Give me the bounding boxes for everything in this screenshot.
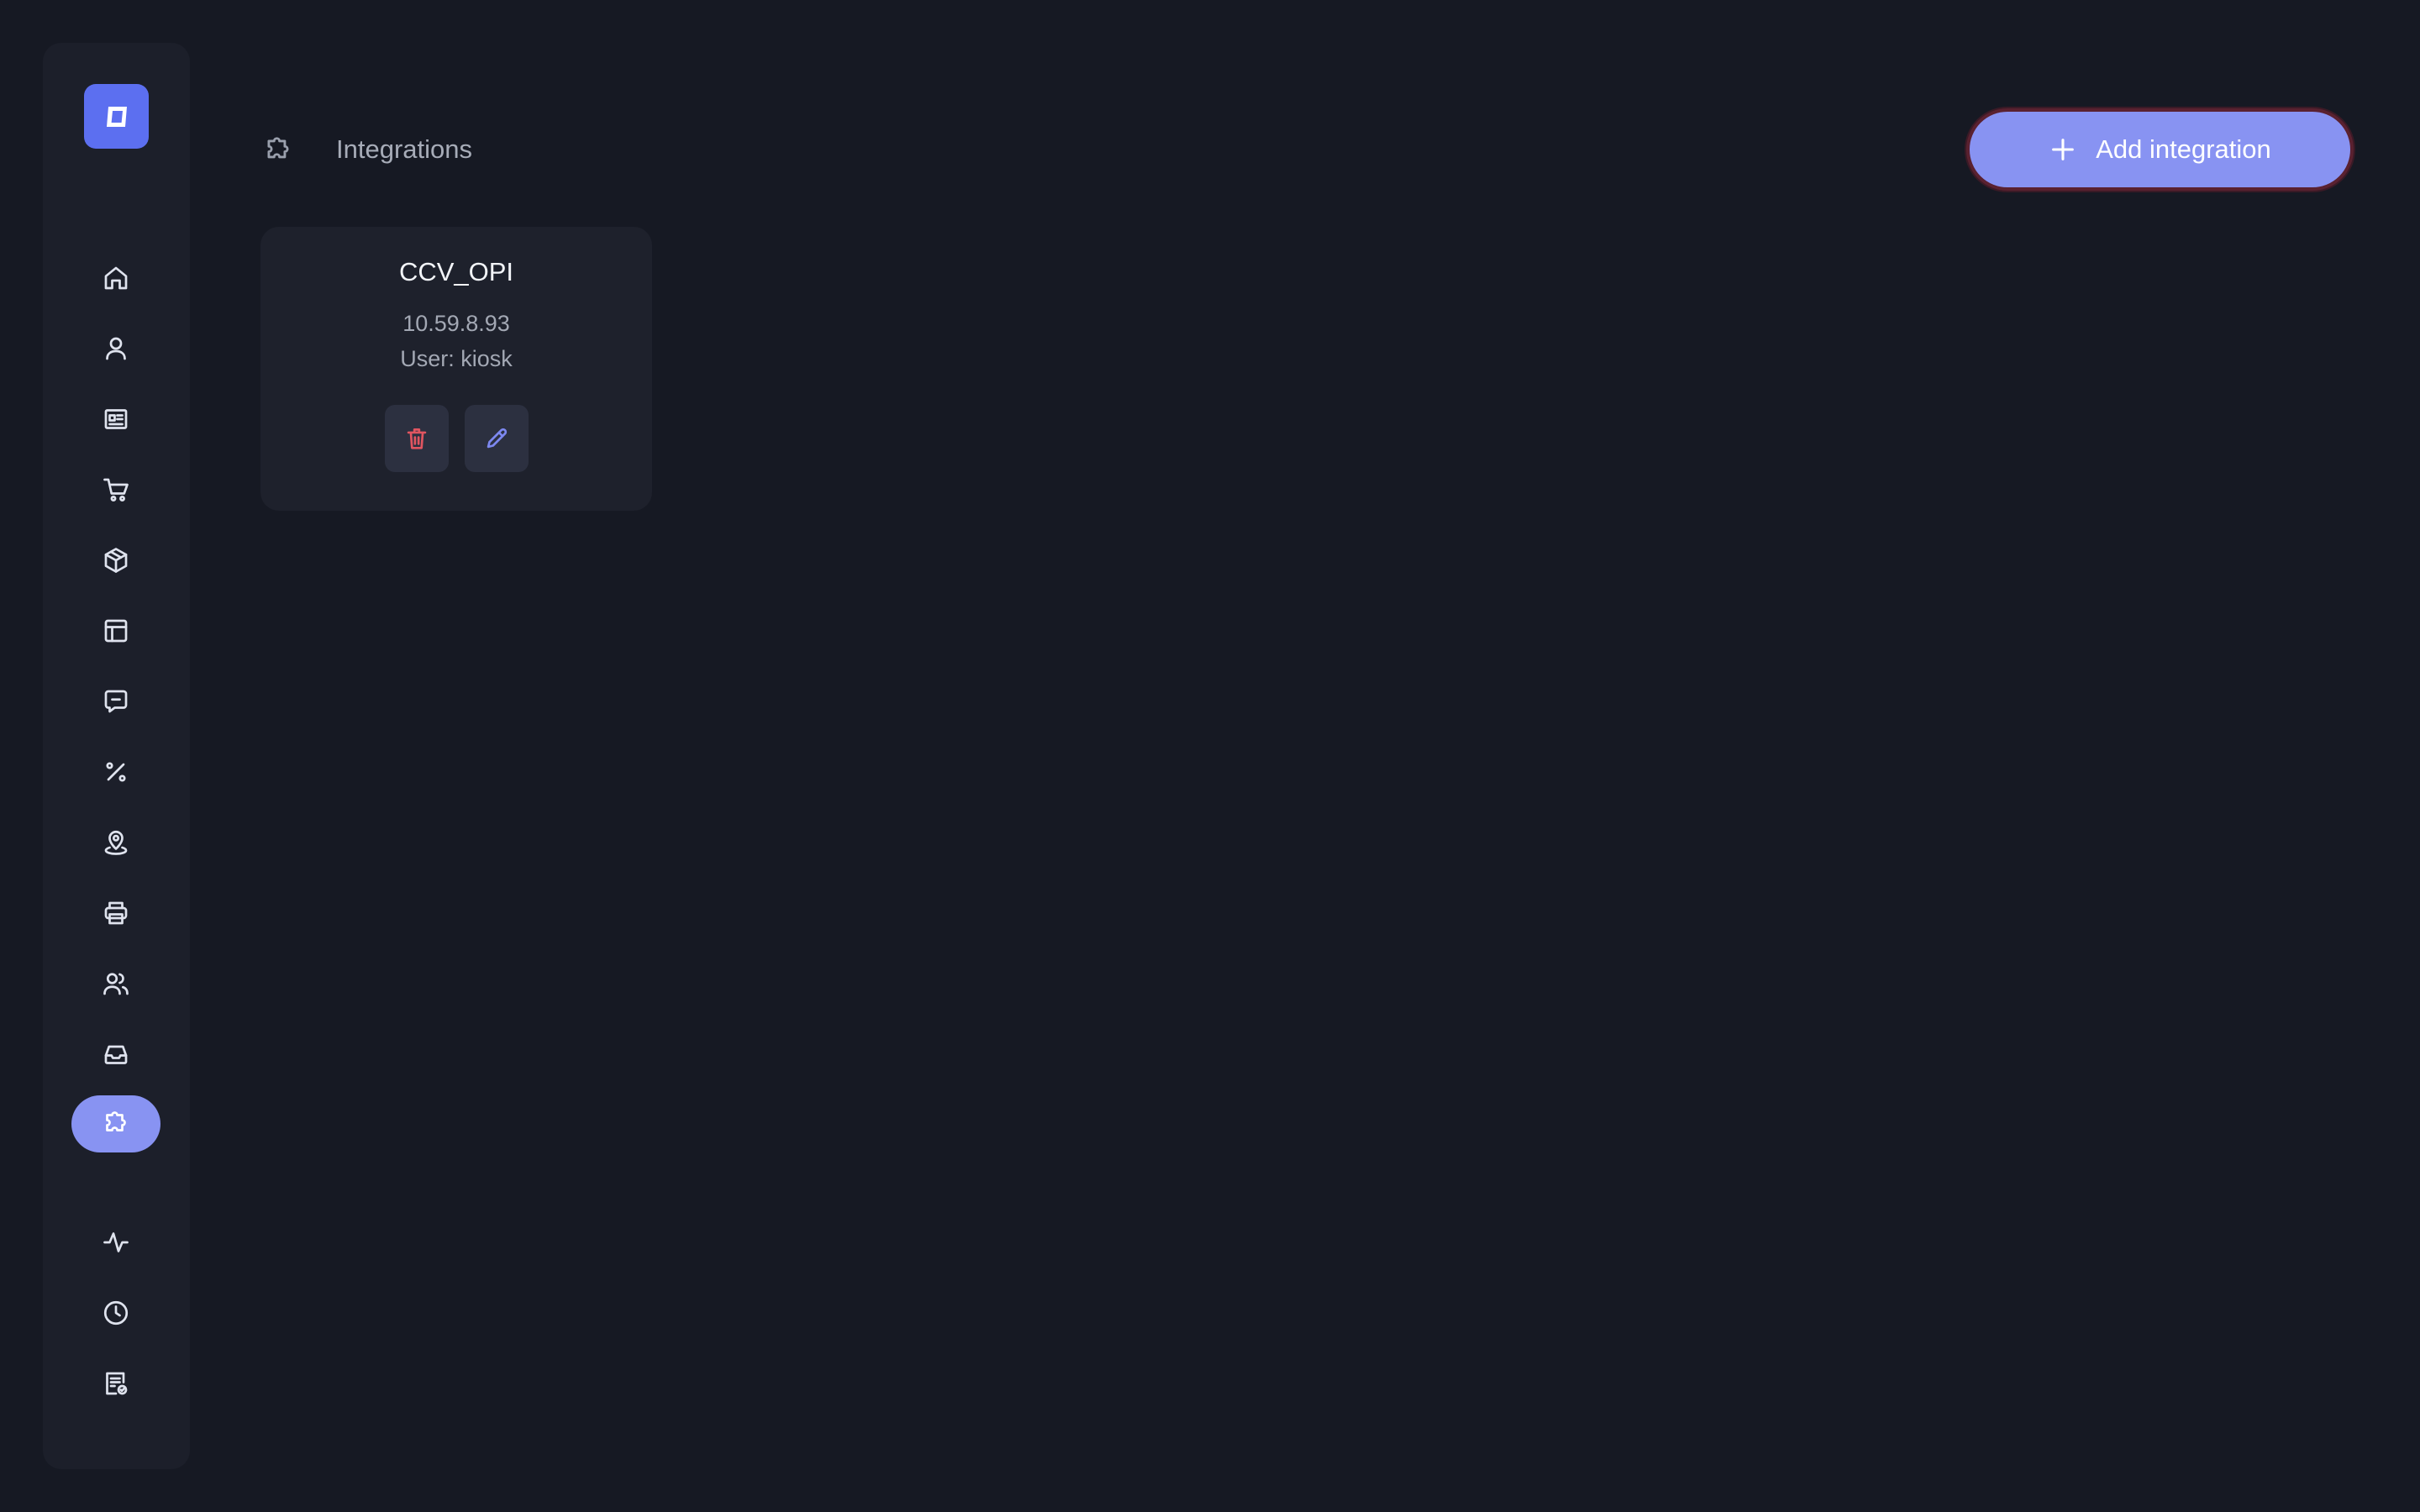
add-integration-label: Add integration <box>2096 134 2271 164</box>
activity-icon <box>103 1232 129 1252</box>
header-puzzle-icon <box>262 134 294 166</box>
page-title: Integrations <box>336 134 472 164</box>
sidebar-item-layout[interactable] <box>71 602 160 659</box>
sidebar-item-printers[interactable] <box>71 885 160 942</box>
sidebar-item-activity[interactable] <box>71 1214 160 1271</box>
integration-card: CCV_OPI 10.59.8.93 User: kiosk <box>260 227 652 511</box>
sidebar-item-users[interactable] <box>71 955 160 1012</box>
box-icon <box>104 548 128 573</box>
clock-icon <box>103 1300 129 1326</box>
delete-integration-button[interactable] <box>385 405 449 472</box>
sidebar-item-locations[interactable] <box>71 814 160 871</box>
receipt-check-icon <box>106 1372 128 1395</box>
puzzle-icon <box>106 1111 126 1131</box>
sidebar-item-messages[interactable] <box>71 673 160 730</box>
integration-ip: 10.59.8.93 <box>402 311 510 336</box>
percent-icon <box>106 762 126 782</box>
sidebar-item-articles[interactable] <box>71 391 160 448</box>
sidebar-item-inbox[interactable] <box>71 1026 160 1083</box>
inbox-icon <box>104 1045 128 1064</box>
sidebar-item-history[interactable] <box>71 1284 160 1341</box>
app-logo[interactable] <box>84 84 149 149</box>
edit-integration-button[interactable] <box>465 405 529 472</box>
sidebar-item-cart[interactable] <box>71 461 160 518</box>
table-layout-icon <box>104 619 128 643</box>
sidebar-item-home[interactable] <box>71 249 160 307</box>
map-pin-icon <box>104 830 128 855</box>
sidebar-item-products[interactable] <box>71 532 160 589</box>
cart-icon <box>103 478 129 501</box>
user-icon <box>106 337 126 360</box>
sidebar-item-integrations[interactable] <box>71 1095 160 1152</box>
logo-icon <box>106 106 127 127</box>
home-icon <box>104 266 128 290</box>
sidebar <box>43 43 190 1469</box>
integration-name: CCV_OPI <box>398 257 514 286</box>
sidebar-item-discounts[interactable] <box>71 743 160 801</box>
add-integration-button[interactable]: Add integration <box>1966 108 2354 191</box>
users-icon <box>103 973 129 995</box>
message-icon <box>104 690 128 713</box>
integration-user: User: kiosk <box>400 346 513 371</box>
printer-icon <box>104 901 128 925</box>
sidebar-item-logs[interactable] <box>71 1355 160 1412</box>
news-icon <box>104 409 128 429</box>
plus-icon <box>2052 139 2075 160</box>
trash-icon <box>407 428 427 449</box>
sidebar-item-user[interactable] <box>71 320 160 377</box>
pencil-icon <box>487 428 508 449</box>
